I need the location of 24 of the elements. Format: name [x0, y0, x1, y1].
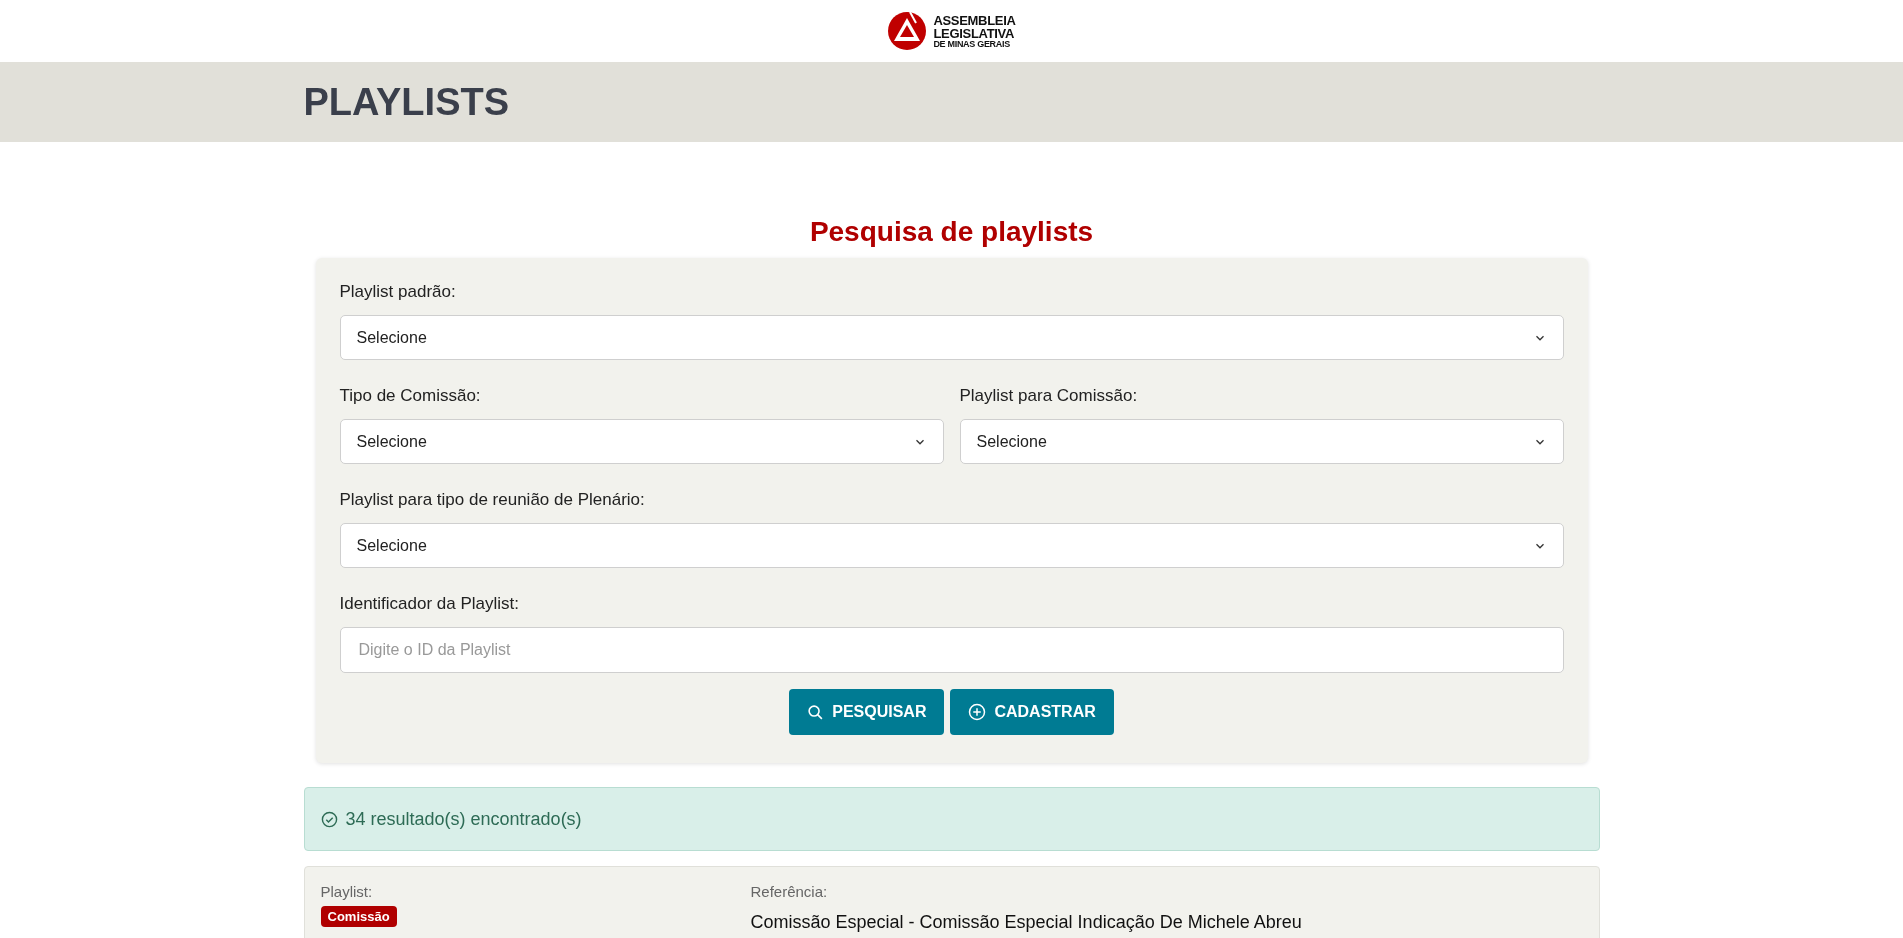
- field-label: Referência:: [750, 883, 828, 900]
- logo-icon: [887, 11, 928, 51]
- select-field[interactable]: Selecione: [339, 523, 1564, 568]
- field-label: Tipo de Comissão:: [339, 386, 482, 406]
- add-button[interactable]: CADASTRAR: [950, 689, 1114, 735]
- field-label: Playlist para tipo de reunião de Plenário:: [339, 490, 646, 510]
- field-label: Playlist padrão:: [339, 282, 457, 302]
- section-heading: Pesquisa de playlists: [809, 216, 1094, 248]
- logo-text: ASSEMBLEIA LEGISLATIVA DE MINAS GERAIS: [933, 13, 1016, 49]
- reference-text: Comissão Especial - Comissão Especial Indicação De Michele Abreu: [750, 912, 1302, 933]
- check-circle-icon: [320, 810, 338, 828]
- plus-circle-icon: [968, 703, 987, 721]
- result-count: 34 resultado(s) encontrado(s): [345, 808, 582, 830]
- search-icon: [807, 703, 825, 721]
- search-button[interactable]: PESQUISAR: [789, 689, 945, 735]
- playlist-tag: Comissão: [320, 906, 397, 927]
- input-field[interactable]: Digite o ID da Playlist: [339, 627, 1564, 673]
- page-title: PLAYLISTS: [303, 80, 510, 124]
- field-label: Identificador da Playlist:: [339, 594, 521, 614]
- select-field[interactable]: Selecione: [339, 315, 1564, 360]
- select-field[interactable]: Selecione: [339, 419, 944, 464]
- select-field[interactable]: Selecione: [959, 419, 1564, 464]
- field-label: Playlist para Comissão:: [959, 386, 1139, 406]
- field-label: Playlist:: [320, 883, 373, 900]
